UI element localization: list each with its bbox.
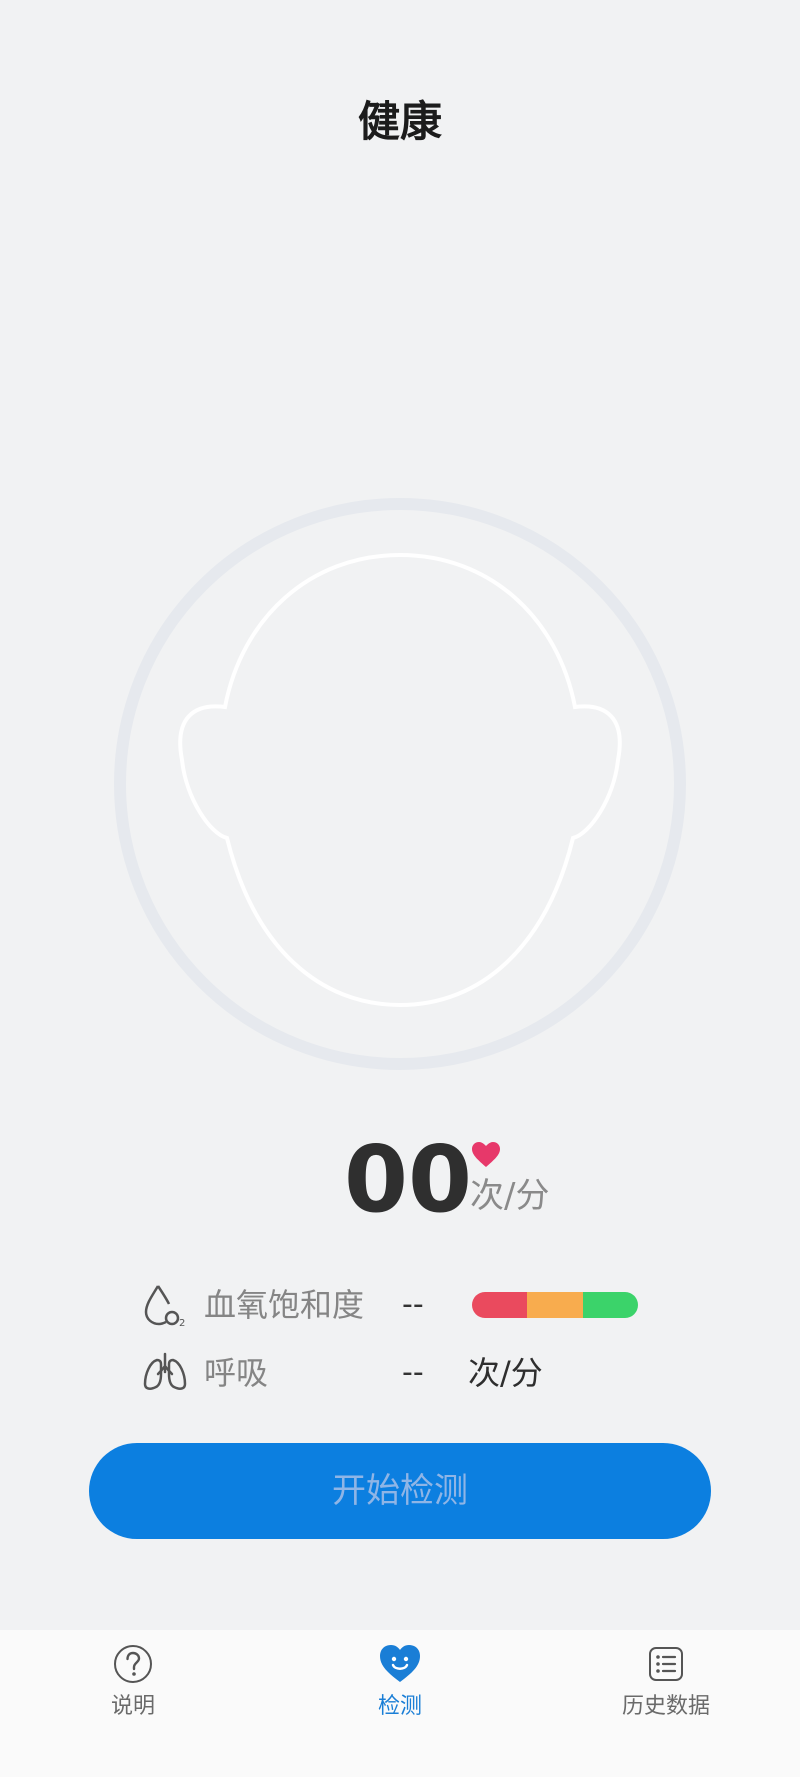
respiration-value: -- xyxy=(402,1355,424,1390)
start-detection-button[interactable]: 开始检测 xyxy=(89,1443,711,1539)
svg-text:2: 2 xyxy=(179,1318,185,1328)
tab-instructions[interactable]: 说明 xyxy=(43,1630,223,1777)
respiration-label: 呼吸 xyxy=(204,1354,269,1392)
oxygen-drop-icon: 2 xyxy=(144,1285,185,1328)
bottom-tab-bar: 说明 检测 历史数据 xyxy=(0,1630,800,1777)
tab-history-label: 历史数据 xyxy=(621,1694,710,1719)
tab-detection-label: 检测 xyxy=(377,1694,422,1719)
tab-instructions-label: 说明 xyxy=(110,1694,155,1719)
face-frame-illustration xyxy=(114,498,686,1070)
spo2-bar-high xyxy=(582,1292,638,1318)
question-icon xyxy=(114,1645,152,1683)
respiration-row: 呼吸 -- 次/分 xyxy=(0,1342,800,1402)
page-title: 健康 xyxy=(357,97,442,146)
list-icon xyxy=(649,1647,683,1681)
lungs-icon xyxy=(143,1352,187,1390)
tab-detection[interactable]: 检测 xyxy=(310,1630,490,1777)
spo2-label: 血氧饱和度 xyxy=(204,1286,365,1324)
heart-rate-value: 00 xyxy=(344,1126,473,1233)
spo2-row: 2 血氧饱和度 -- xyxy=(0,1274,800,1334)
respiration-unit: 次/分 xyxy=(468,1354,543,1392)
spo2-range-bar xyxy=(472,1292,638,1318)
heart-rate-readout: 00 次/分 xyxy=(0,1130,800,1230)
heart-rate-unit: 次/分 xyxy=(470,1176,550,1216)
heart-icon xyxy=(472,1142,500,1167)
spo2-bar-mid xyxy=(527,1292,583,1318)
smile-heart-icon xyxy=(380,1645,420,1682)
spo2-value: -- xyxy=(402,1287,424,1322)
tab-history[interactable]: 历史数据 xyxy=(576,1630,756,1777)
spo2-bar-low xyxy=(472,1292,528,1318)
